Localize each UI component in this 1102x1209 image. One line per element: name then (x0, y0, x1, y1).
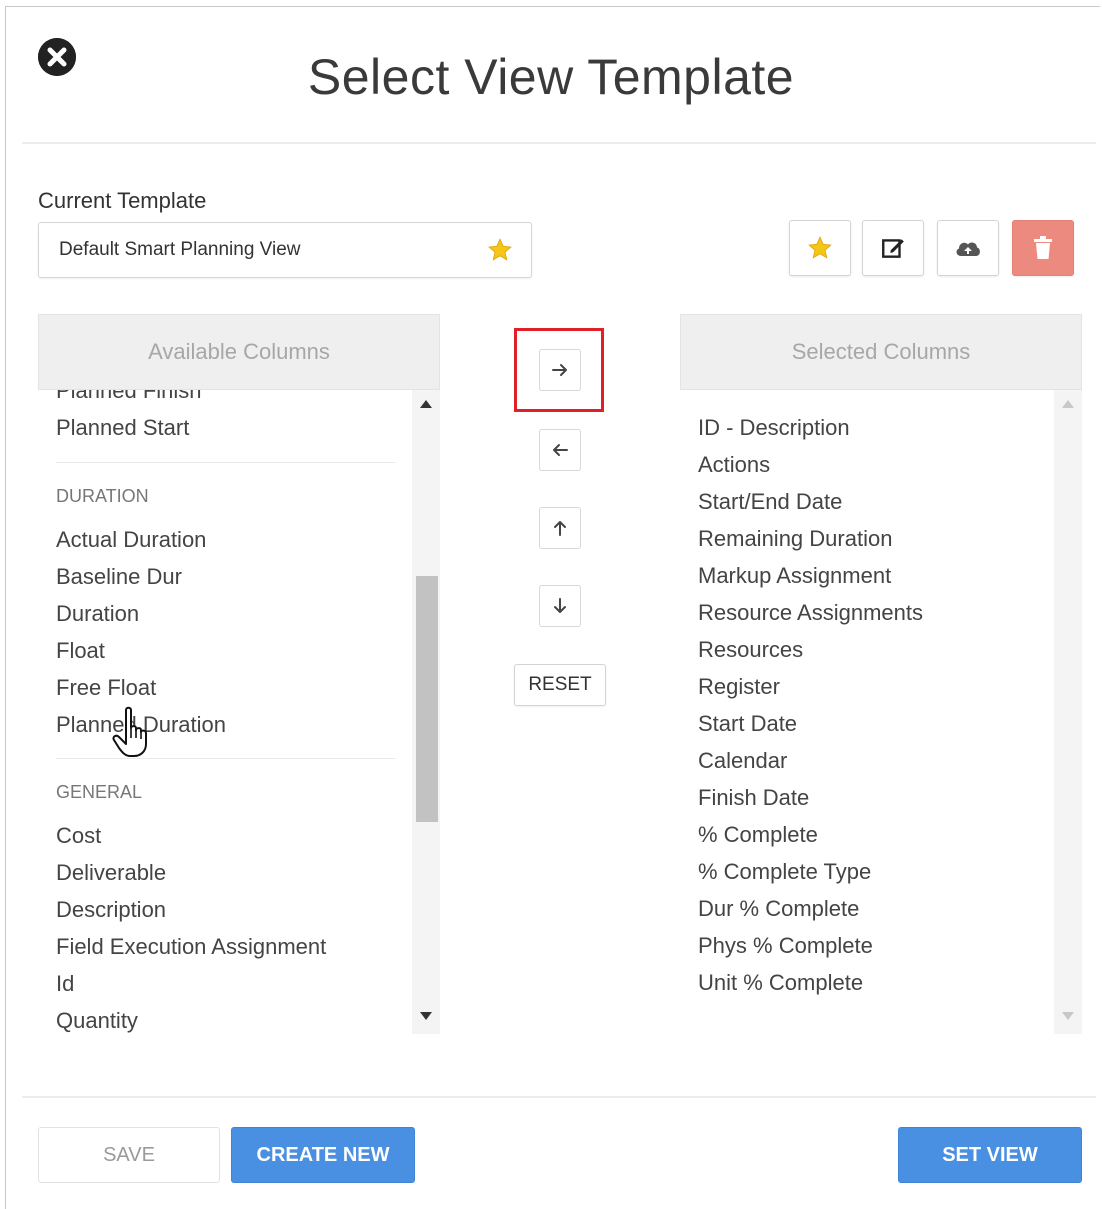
list-item[interactable]: % Complete Type (698, 859, 871, 885)
star-icon[interactable] (487, 237, 513, 263)
edit-icon (882, 239, 904, 258)
move-left-button[interactable] (539, 429, 581, 471)
list-item[interactable]: % Complete (698, 822, 818, 848)
save-button[interactable]: SAVE (38, 1127, 220, 1183)
group-label-general: GENERAL (56, 782, 143, 802)
list-item[interactable]: Register (698, 674, 780, 700)
selected-columns-scrollbar[interactable] (1054, 390, 1082, 1034)
list-item[interactable]: Resources (698, 637, 803, 663)
list-item[interactable]: Unit % Complete (698, 970, 863, 996)
list-item[interactable]: Field Execution Assignment (56, 934, 326, 960)
move-up-button[interactable] (539, 507, 581, 549)
scroll-up-arrow[interactable] (1062, 400, 1074, 408)
scroll-up-arrow[interactable] (420, 400, 432, 408)
list-item[interactable]: Deliverable (56, 860, 166, 886)
reset-button[interactable]: RESET (514, 664, 606, 706)
list-item[interactable]: Finish Date (698, 785, 809, 811)
arrow-down-icon (554, 598, 566, 613)
cloud-upload-button[interactable] (937, 220, 999, 276)
list-item[interactable]: Duration (56, 601, 139, 627)
create-new-button[interactable]: CREATE NEW (231, 1127, 415, 1183)
set-view-button[interactable]: SET VIEW (898, 1127, 1082, 1183)
dialog-title: Select View Template (307, 49, 795, 105)
selected-columns-header: Selected Columns (680, 314, 1082, 390)
scroll-down-arrow[interactable] (420, 1012, 432, 1020)
list-item[interactable]: Resource Assignments (698, 600, 923, 626)
current-template-select[interactable]: Default Smart Planning View (38, 222, 532, 278)
list-item[interactable]: Planned Finish (56, 390, 202, 404)
list-item[interactable]: Calendar (698, 748, 787, 774)
selected-columns-panel: Selected Columns ID - Description Action… (680, 314, 1082, 1034)
list-item[interactable]: Cost (56, 823, 101, 849)
available-columns-scrollbar[interactable] (412, 390, 440, 1034)
header-divider (22, 142, 1096, 144)
list-item[interactable]: Planned Duration (56, 712, 226, 738)
list-item[interactable]: Remaining Duration (698, 526, 892, 552)
group-divider (56, 758, 396, 759)
star-icon (808, 236, 832, 259)
list-item[interactable]: Baseline Dur (56, 564, 182, 590)
available-columns-list[interactable]: Planned Finish Planned Start DURATION Ac… (38, 390, 440, 1034)
list-item[interactable]: Free Float (56, 675, 156, 701)
selected-columns-list[interactable]: ID - Description Actions Start/End Date … (680, 390, 1082, 1034)
list-item[interactable]: Description (56, 897, 166, 923)
favorite-button[interactable] (789, 220, 851, 276)
group-divider (56, 462, 396, 463)
group-label-duration: DURATION (56, 486, 149, 506)
list-item[interactable]: Planned Start (56, 415, 189, 441)
list-item[interactable]: Actions (698, 452, 770, 478)
scrollbar-thumb[interactable] (416, 576, 438, 822)
arrow-left-icon (553, 444, 568, 456)
list-item[interactable]: Start/End Date (698, 489, 842, 515)
cloud-upload-icon (956, 242, 980, 256)
list-item[interactable]: Float (56, 638, 105, 664)
current-template-value: Default Smart Planning View (59, 239, 301, 260)
edit-button[interactable] (862, 220, 924, 276)
list-item[interactable]: Start Date (698, 711, 797, 737)
scroll-down-arrow[interactable] (1062, 1012, 1074, 1020)
available-columns-header: Available Columns (38, 314, 440, 390)
list-item[interactable]: Dur % Complete (698, 896, 859, 922)
move-right-button[interactable] (539, 349, 581, 391)
delete-button[interactable] (1012, 220, 1074, 276)
list-item[interactable]: ID - Description (698, 415, 850, 441)
trash-icon (1034, 236, 1052, 259)
list-item[interactable]: Markup Assignment (698, 563, 891, 589)
list-item[interactable]: Quantity (56, 1008, 138, 1034)
list-item[interactable]: Id (56, 971, 74, 997)
footer-divider (22, 1096, 1096, 1098)
arrow-right-icon (552, 364, 567, 376)
list-item[interactable]: Phys % Complete (698, 933, 873, 959)
available-columns-panel: Available Columns Planned Finish Planned… (38, 314, 440, 1034)
move-down-button[interactable] (539, 585, 581, 627)
arrow-up-icon (554, 521, 566, 536)
current-template-label: Current Template (38, 188, 207, 213)
list-item[interactable]: Actual Duration (56, 527, 206, 553)
